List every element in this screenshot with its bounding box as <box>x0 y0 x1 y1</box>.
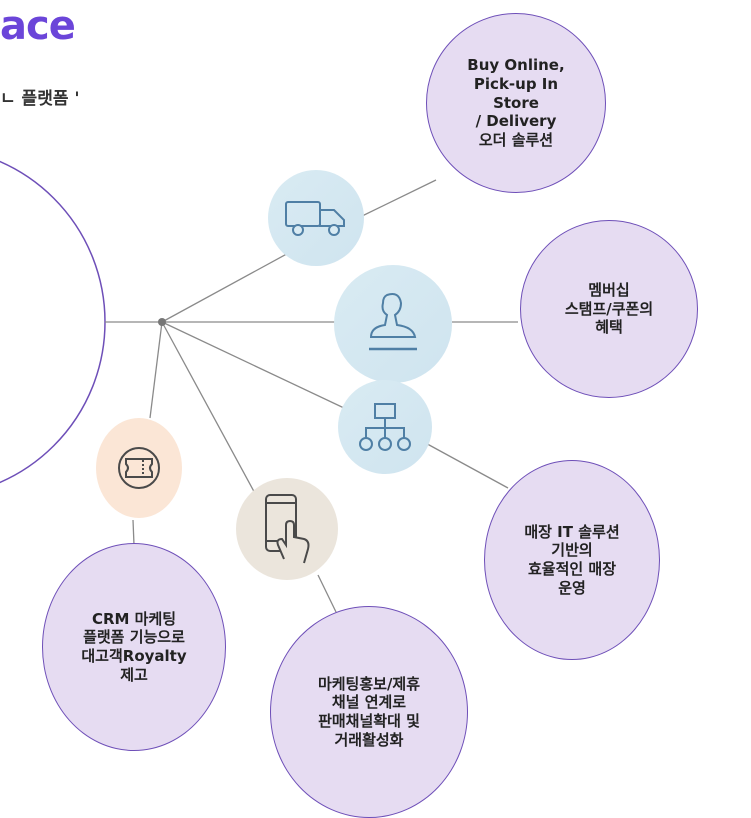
smartphone-touch-icon <box>236 478 338 580</box>
bubble-marketing-text: 마케팅홍보/제휴 채널 연계로 판매채널확대 및 거래활성화 <box>317 674 421 749</box>
org-chart-icon <box>338 380 432 474</box>
bubble-store-it: 매장 IT 솔루션 기반의 효율적인 매장 운영 <box>484 460 660 660</box>
connector-truck <box>161 249 295 323</box>
connector-delivery <box>357 179 437 219</box>
bubble-store-it-text: 매장 IT 솔루션 기반의 효율적인 매장 운영 <box>524 522 620 597</box>
hub-circle <box>0 160 106 484</box>
coupon-ticket-icon <box>96 418 182 518</box>
stamp-icon <box>334 265 452 383</box>
connector-store-it <box>419 439 509 489</box>
connector-orgchart <box>161 321 345 409</box>
truck-icon <box>268 170 364 266</box>
bubble-marketing: 마케팅홍보/제휴 채널 연계로 판매채널확대 및 거래활성화 <box>270 606 468 818</box>
bubble-delivery-text: Buy Online, Pick-up In Store / Delivery … <box>467 56 565 150</box>
bubble-crm: CRM 마케팅 플랫폼 기능으로 대고객Royalty 제고 <box>42 543 226 751</box>
bubble-crm-text: CRM 마케팅 플랫폼 기능으로 대고객Royalty 제고 <box>81 609 187 684</box>
connector-coupon <box>149 321 163 419</box>
bubble-membership: 멤버십 스탬프/쿠폰의 혜택 <box>520 220 698 398</box>
connector-crm <box>132 519 135 546</box>
bubble-delivery-order: Buy Online, Pick-up In Store / Delivery … <box>426 13 606 193</box>
hub-node <box>158 318 166 326</box>
bubble-membership-text: 멤버십 스탬프/쿠폰의 혜택 <box>564 280 654 337</box>
connector-marketing <box>317 574 337 613</box>
